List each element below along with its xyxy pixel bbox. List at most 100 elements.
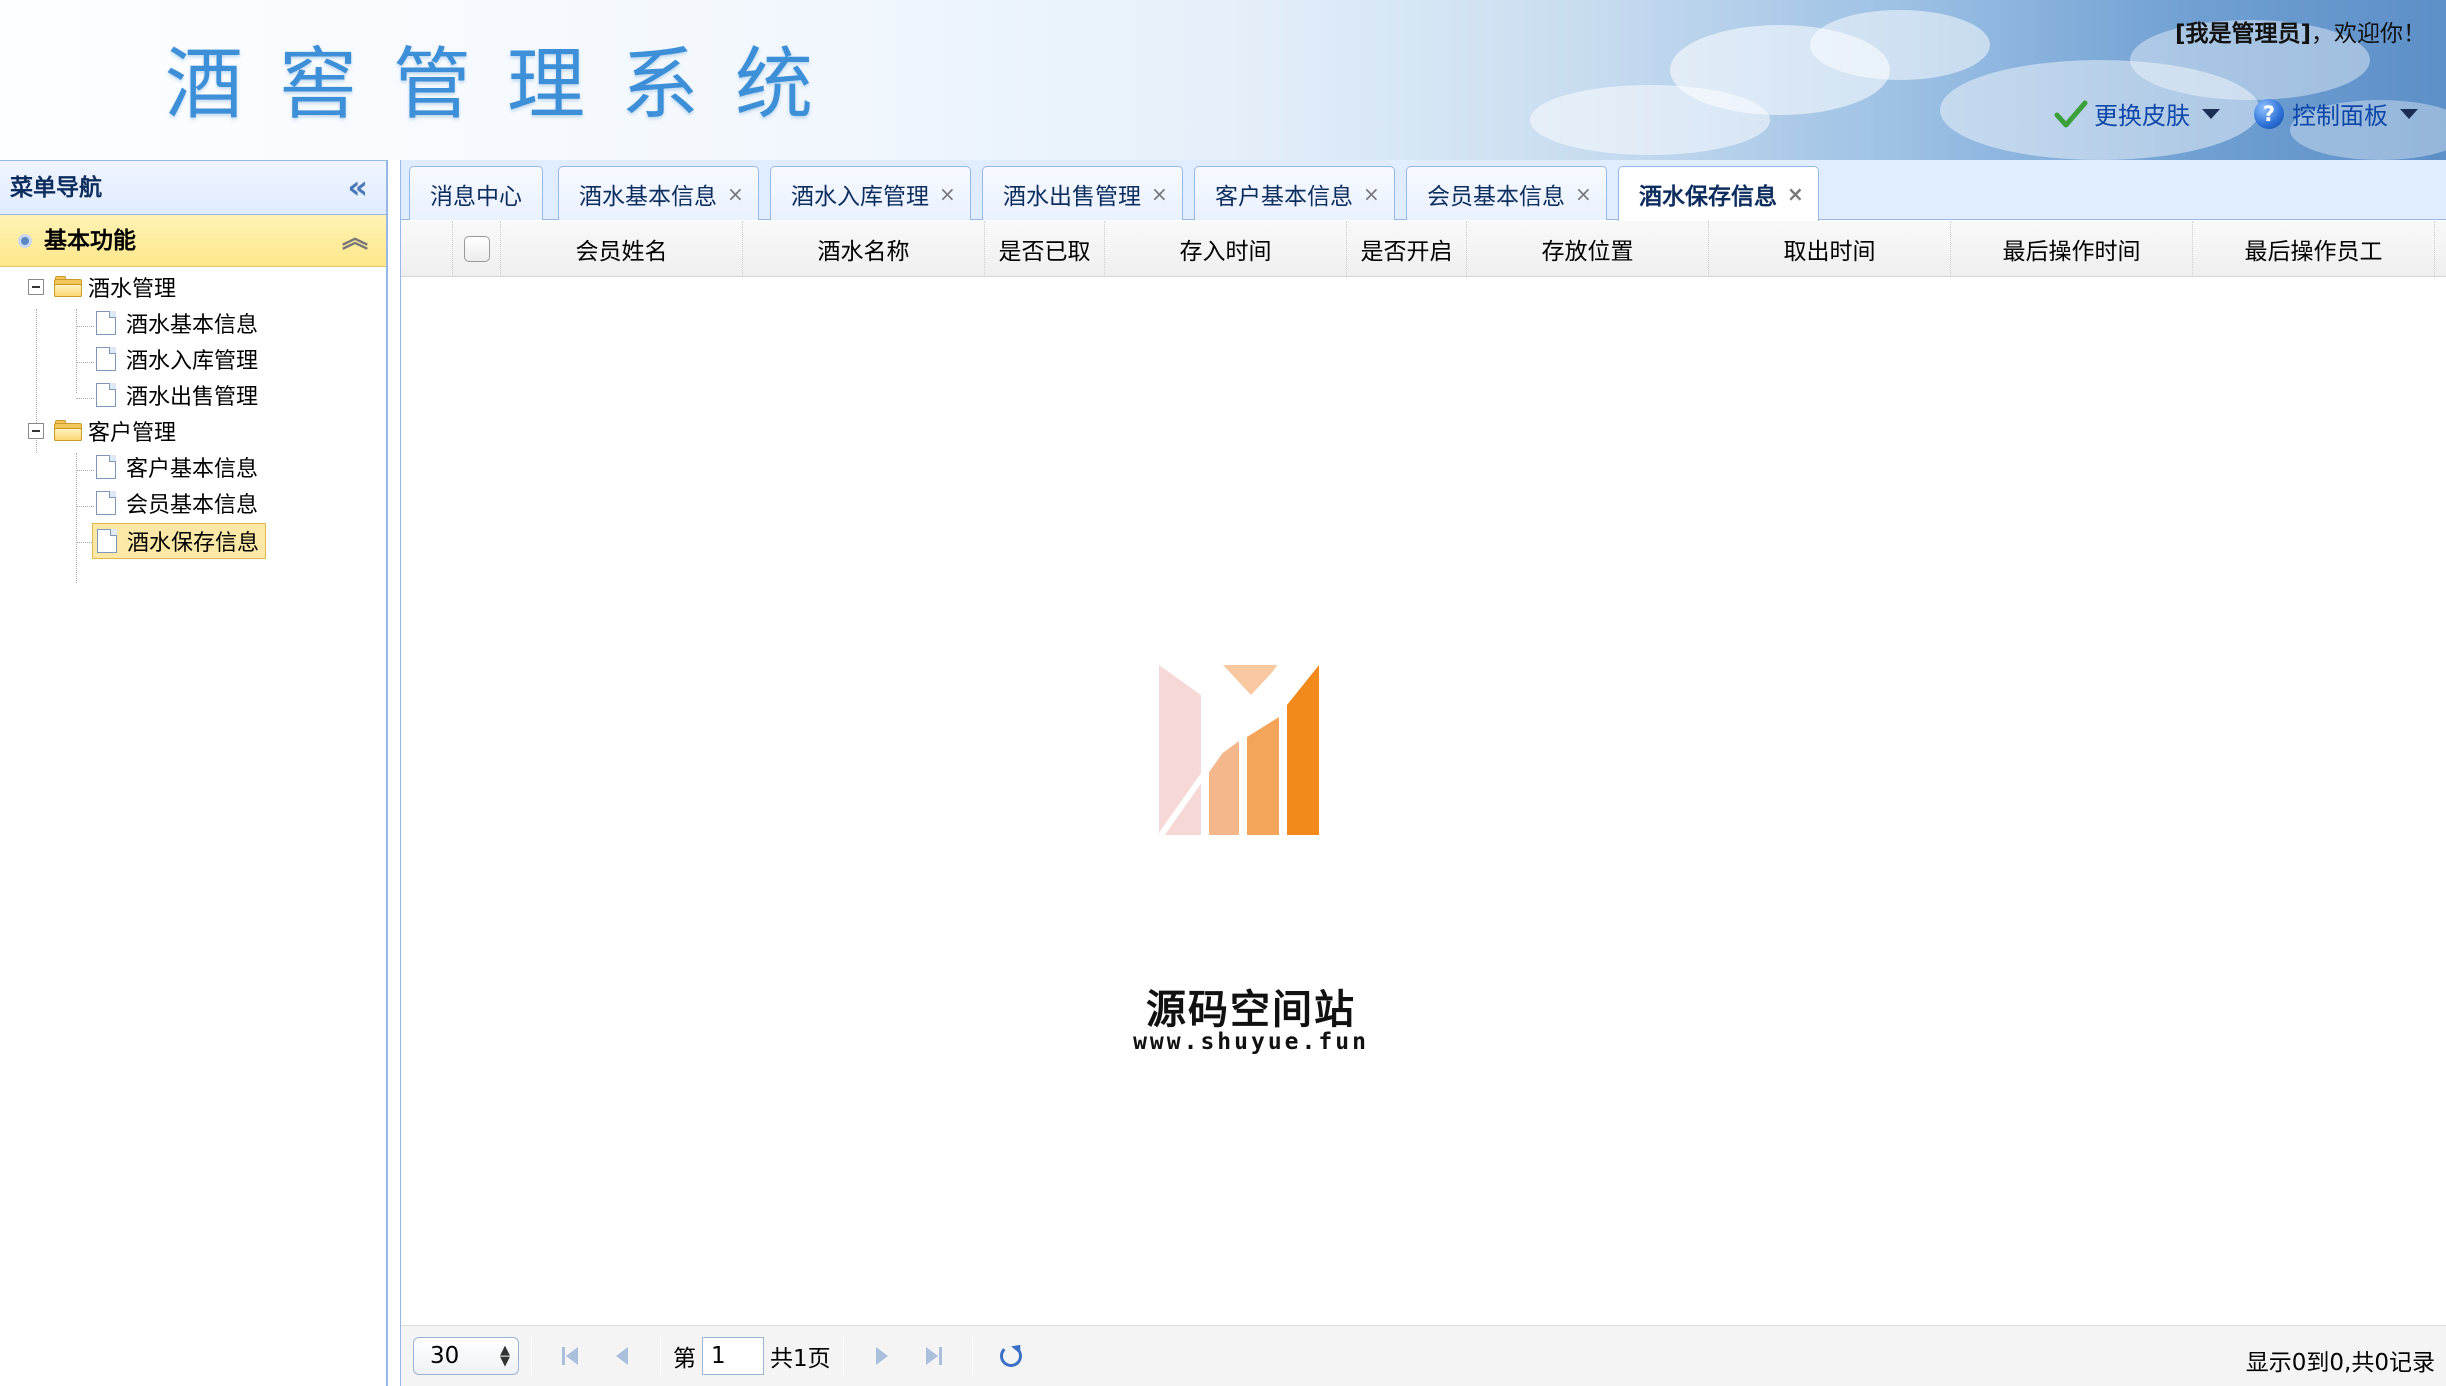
column-header[interactable]: 酒水名称 bbox=[743, 221, 985, 277]
total-pages: 共1页 bbox=[770, 1346, 831, 1372]
column-header[interactable]: 最后操作员工 bbox=[2193, 221, 2435, 277]
tree-item-customer-info[interactable]: 客户基本信息 bbox=[96, 451, 258, 483]
column-header[interactable]: 是否开启 bbox=[1347, 221, 1467, 277]
sidebar: 菜单导航 « 基本功能 ︽ 酒水管理 酒水基本信息 酒水入库管理 酒水出售管理 … bbox=[0, 160, 388, 1386]
first-page-icon bbox=[562, 1347, 565, 1365]
refresh-icon bbox=[999, 1345, 1022, 1367]
column-header[interactable]: 最后操作时间 bbox=[1951, 221, 2193, 277]
bullet-icon bbox=[18, 234, 32, 248]
control-panel-menu[interactable]: ? 控制面板 bbox=[2254, 96, 2418, 131]
tab-liquor-sales[interactable]: 酒水出售管理 × bbox=[982, 166, 1183, 220]
tree-folder-label: 酒水管理 bbox=[88, 277, 177, 302]
tree-item-label: 酒水入库管理 bbox=[126, 349, 259, 374]
tree-item-label: 酒水出售管理 bbox=[126, 385, 259, 410]
file-icon bbox=[96, 347, 116, 371]
last-page-icon bbox=[925, 1347, 938, 1365]
prev-page-button[interactable] bbox=[604, 1338, 640, 1374]
first-page-button[interactable] bbox=[552, 1338, 588, 1374]
tab-message-center[interactable]: 消息中心 bbox=[409, 166, 543, 220]
sidebar-header: 菜单导航 « bbox=[0, 161, 386, 215]
tree-item-liquor-sales[interactable]: 酒水出售管理 bbox=[96, 379, 258, 411]
refresh-button[interactable] bbox=[993, 1338, 1029, 1374]
collapse-toggle-icon[interactable] bbox=[28, 423, 44, 439]
section-basic-functions[interactable]: 基本功能 ︽ bbox=[0, 215, 386, 267]
page-prefix: 第 bbox=[673, 1346, 696, 1372]
folder-open-icon bbox=[54, 420, 82, 441]
tree-folder-customers[interactable]: 客户管理 bbox=[28, 415, 176, 447]
chevron-down-icon bbox=[2400, 108, 2418, 119]
tab-label: 酒水入库管理 bbox=[791, 183, 929, 210]
tree-folder-label: 客户管理 bbox=[88, 421, 177, 446]
tree-item-liquor-stockin[interactable]: 酒水入库管理 bbox=[96, 343, 258, 375]
sidebar-title: 菜单导航 bbox=[10, 175, 102, 201]
help-icon: ? bbox=[2254, 98, 2284, 129]
tree-item-label: 客户基本信息 bbox=[126, 457, 259, 482]
tab-label: 客户基本信息 bbox=[1215, 183, 1353, 210]
tree-guide bbox=[76, 398, 94, 399]
collapse-up-icon[interactable]: ︽ bbox=[342, 224, 368, 254]
tab-customer-info[interactable]: 客户基本信息 × bbox=[1194, 166, 1395, 220]
collapse-left-icon[interactable]: « bbox=[347, 171, 368, 203]
tab-liquor-storage[interactable]: 酒水保存信息 × bbox=[1618, 166, 1819, 221]
tab-label: 酒水保存信息 bbox=[1639, 184, 1777, 210]
collapse-toggle-icon[interactable] bbox=[28, 279, 44, 295]
tree-guide bbox=[76, 326, 94, 327]
column-header[interactable]: 取出时间 bbox=[1709, 221, 1951, 277]
menu-tree: 酒水管理 酒水基本信息 酒水入库管理 酒水出售管理 客户管理 客户基本信息 会员… bbox=[0, 267, 386, 583]
column-header[interactable]: 存放位置 bbox=[1467, 221, 1709, 277]
close-icon[interactable]: × bbox=[1363, 182, 1380, 206]
close-icon[interactable]: × bbox=[1151, 182, 1168, 206]
tree-item-label: 酒水保存信息 bbox=[127, 531, 260, 556]
tab-liquor-info[interactable]: 酒水基本信息 × bbox=[558, 166, 759, 220]
grid-header: 会员姓名 酒水名称 是否已取 存入时间 是否开启 存放位置 取出时间 最后操作时… bbox=[401, 221, 2446, 277]
page-size-select[interactable]: 30 ▲ ▼ bbox=[413, 1337, 519, 1375]
column-header[interactable]: 会员姓名 bbox=[501, 221, 743, 277]
tree-item-label: 会员基本信息 bbox=[126, 493, 259, 518]
welcome-message: [我是管理员]，欢迎你！ bbox=[2175, 14, 2426, 48]
app-header: 酒窖管理系统 [我是管理员]，欢迎你！ 更换皮肤 ? 控制面板 bbox=[0, 0, 2446, 160]
change-skin-menu[interactable]: 更换皮肤 bbox=[2054, 96, 2220, 131]
tree-guide bbox=[76, 453, 77, 583]
watermark-logo: 源码空间站 www.shuyue.fun bbox=[1121, 663, 1381, 1055]
close-icon[interactable]: × bbox=[939, 182, 956, 206]
chevron-down-icon bbox=[2202, 108, 2220, 119]
file-icon bbox=[97, 529, 117, 553]
tab-member-info[interactable]: 会员基本信息 × bbox=[1406, 166, 1607, 220]
current-page-input[interactable] bbox=[702, 1337, 764, 1375]
tree-guide bbox=[76, 309, 77, 393]
pagination-bar: 30 ▲▼ 第 共1页 显示0到0,共0记录 bbox=[401, 1325, 2446, 1386]
select-all-cell bbox=[453, 221, 501, 277]
tree-item-label: 酒水基本信息 bbox=[126, 313, 259, 338]
close-icon[interactable]: × bbox=[1787, 182, 1804, 206]
watermark-url: www.shuyue.fun bbox=[1133, 1029, 1369, 1055]
next-page-icon bbox=[875, 1347, 888, 1365]
tab-label: 消息中心 bbox=[430, 183, 522, 210]
column-header[interactable]: 存入时间 bbox=[1105, 221, 1347, 277]
tree-item-member-info[interactable]: 会员基本信息 bbox=[96, 487, 258, 519]
tree-folder-liquor[interactable]: 酒水管理 bbox=[28, 271, 176, 303]
tab-label: 酒水出售管理 bbox=[1003, 183, 1141, 210]
next-page-button[interactable] bbox=[864, 1338, 900, 1374]
tree-item-liquor-storage[interactable]: 酒水保存信息 bbox=[92, 523, 267, 559]
close-icon[interactable]: × bbox=[727, 182, 744, 206]
select-all-checkbox[interactable] bbox=[463, 236, 490, 262]
tree-item-liquor-info[interactable]: 酒水基本信息 bbox=[96, 307, 258, 339]
tab-bar: 消息中心 酒水基本信息 × 酒水入库管理 × 酒水出售管理 × 客户基本信息 ×… bbox=[401, 160, 2446, 221]
tab-label: 酒水基本信息 bbox=[579, 183, 717, 210]
file-icon bbox=[96, 491, 116, 515]
control-panel-label: 控制面板 bbox=[2292, 102, 2388, 130]
file-icon bbox=[96, 383, 116, 407]
tab-liquor-stockin[interactable]: 酒水入库管理 × bbox=[770, 166, 971, 220]
tree-guide bbox=[76, 470, 94, 471]
last-page-button[interactable] bbox=[916, 1338, 952, 1374]
row-number-header bbox=[401, 221, 453, 277]
change-skin-label: 更换皮肤 bbox=[2094, 102, 2190, 130]
app-title: 酒窖管理系统 bbox=[165, 40, 850, 130]
welcome-suffix: ，欢迎你！ bbox=[2311, 21, 2426, 47]
close-icon[interactable]: × bbox=[1575, 182, 1592, 206]
logo-mark bbox=[1158, 663, 1319, 837]
welcome-user: [我是管理员] bbox=[2174, 21, 2311, 47]
main-panel: 消息中心 酒水基本信息 × 酒水入库管理 × 酒水出售管理 × 客户基本信息 ×… bbox=[400, 160, 2446, 1386]
column-header[interactable]: 是否已取 bbox=[985, 221, 1105, 277]
section-title: 基本功能 bbox=[44, 228, 136, 254]
